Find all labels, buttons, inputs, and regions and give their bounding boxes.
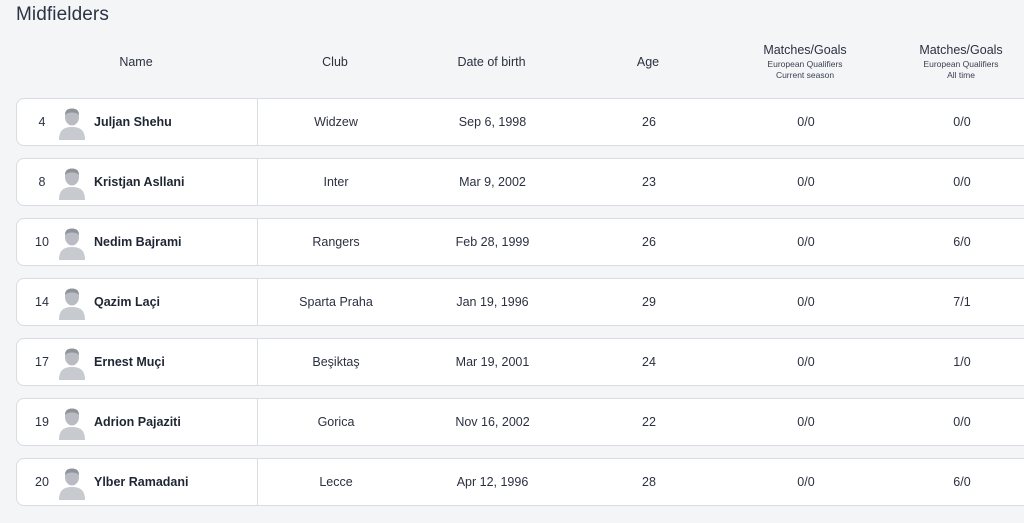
player-name[interactable]: Kristjan Asllani <box>94 159 185 205</box>
player-number: 17 <box>35 355 49 369</box>
player-avatar-icon <box>59 288 85 320</box>
player-matches-goals-current: 0/0 <box>797 175 815 189</box>
player-number: 4 <box>38 115 46 129</box>
player-club: Beşiktaş <box>312 355 360 369</box>
player-row[interactable]: 10 Nedim Bajrami Rangers Feb 28, 1999 26… <box>16 218 1024 266</box>
player-matches-goals-alltime: 0/0 <box>953 415 971 429</box>
player-matches-goals-alltime: 6/0 <box>953 475 971 489</box>
player-matches-goals-current: 0/0 <box>797 235 815 249</box>
player-dob: Mar 19, 2001 <box>455 355 530 369</box>
player-row[interactable]: 19 Adrion Pajaziti Gorica Nov 16, 2002 2… <box>16 398 1024 446</box>
player-avatar-icon <box>59 228 85 260</box>
player-avatar-icon <box>59 468 85 500</box>
column-header-name: Name <box>119 55 153 69</box>
column-header-club: Club <box>322 55 348 69</box>
player-dob: Sep 6, 1998 <box>458 115 527 129</box>
player-name[interactable]: Juljan Shehu <box>94 99 172 145</box>
column-header-matches-goals-current: Matches/Goals European Qualifiers Curren… <box>727 43 883 81</box>
player-row[interactable]: 20 Ylber Ramadani Lecce Apr 12, 1996 28 … <box>16 458 1024 506</box>
player-age: 26 <box>642 235 656 249</box>
player-club: Gorica <box>317 415 355 429</box>
player-number: 19 <box>35 415 49 429</box>
player-name[interactable]: Qazim Laçi <box>94 279 160 325</box>
player-matches-goals-current: 0/0 <box>797 415 815 429</box>
player-age: 22 <box>642 415 656 429</box>
player-matches-goals-current: 0/0 <box>797 475 815 489</box>
player-name[interactable]: Nedim Bajrami <box>94 219 182 265</box>
column-header-title: Matches/Goals <box>763 43 847 57</box>
player-avatar-icon <box>59 168 85 200</box>
player-matches-goals-alltime: 7/1 <box>953 295 971 309</box>
player-matches-goals-alltime: 0/0 <box>953 115 971 129</box>
player-age: 23 <box>642 175 656 189</box>
player-name[interactable]: Ernest Muçi <box>94 339 165 385</box>
player-row[interactable]: 8 Kristjan Asllani Inter Mar 9, 2002 23 … <box>16 158 1024 206</box>
player-name[interactable]: Ylber Ramadani <box>94 459 188 505</box>
player-dob: Feb 28, 1999 <box>455 235 530 249</box>
table-header: Name Club Date of birth Age Matches/Goal… <box>0 40 1024 88</box>
player-dob: Jan 19, 1996 <box>456 295 529 309</box>
player-matches-goals-alltime: 1/0 <box>953 355 971 369</box>
player-row[interactable]: 4 Juljan Shehu Widzew Sep 6, 1998 26 0/0… <box>16 98 1024 146</box>
player-row[interactable]: 14 Qazim Laçi Sparta Praha Jan 19, 1996 … <box>16 278 1024 326</box>
player-club: Rangers <box>312 235 360 249</box>
section-title: Midfielders <box>16 4 109 25</box>
player-matches-goals-alltime: 0/0 <box>953 175 971 189</box>
player-name[interactable]: Adrion Pajaziti <box>94 399 181 445</box>
players-list: 4 Juljan Shehu Widzew Sep 6, 1998 26 0/0… <box>16 98 1024 518</box>
player-matches-goals-current: 0/0 <box>797 295 815 309</box>
player-row[interactable]: 17 Ernest Muçi Beşiktaş Mar 19, 2001 24 … <box>16 338 1024 386</box>
player-club: Sparta Praha <box>299 295 373 309</box>
player-matches-goals-current: 0/0 <box>797 115 815 129</box>
player-number: 14 <box>35 295 49 309</box>
column-header-matches-goals-alltime: Matches/Goals European Qualifiers All ti… <box>883 43 1024 81</box>
player-age: 28 <box>642 475 656 489</box>
player-matches-goals-current: 0/0 <box>797 355 815 369</box>
player-dob: Nov 16, 2002 <box>455 415 530 429</box>
player-age: 29 <box>642 295 656 309</box>
player-number: 8 <box>38 175 46 189</box>
player-club: Widzew <box>314 115 358 129</box>
player-avatar-icon <box>59 348 85 380</box>
column-header-subtitle: European Qualifiers <box>923 59 999 69</box>
player-dob: Apr 12, 1996 <box>456 475 529 489</box>
player-age: 24 <box>642 355 656 369</box>
column-header-subtitle: Current season <box>775 70 835 80</box>
column-header-dob: Date of birth <box>457 55 526 69</box>
player-age: 26 <box>642 115 656 129</box>
player-number: 10 <box>35 235 49 249</box>
player-avatar-icon <box>59 108 85 140</box>
column-header-subtitle: European Qualifiers <box>767 59 843 69</box>
player-dob: Mar 9, 2002 <box>459 175 526 189</box>
column-header-title: Matches/Goals <box>919 43 1003 57</box>
player-club: Lecce <box>319 475 353 489</box>
column-header-subtitle: All time <box>947 70 975 80</box>
player-avatar-icon <box>59 408 85 440</box>
player-number: 20 <box>35 475 49 489</box>
column-header-age: Age <box>636 55 660 69</box>
player-club: Inter <box>323 175 349 189</box>
player-matches-goals-alltime: 6/0 <box>953 235 971 249</box>
